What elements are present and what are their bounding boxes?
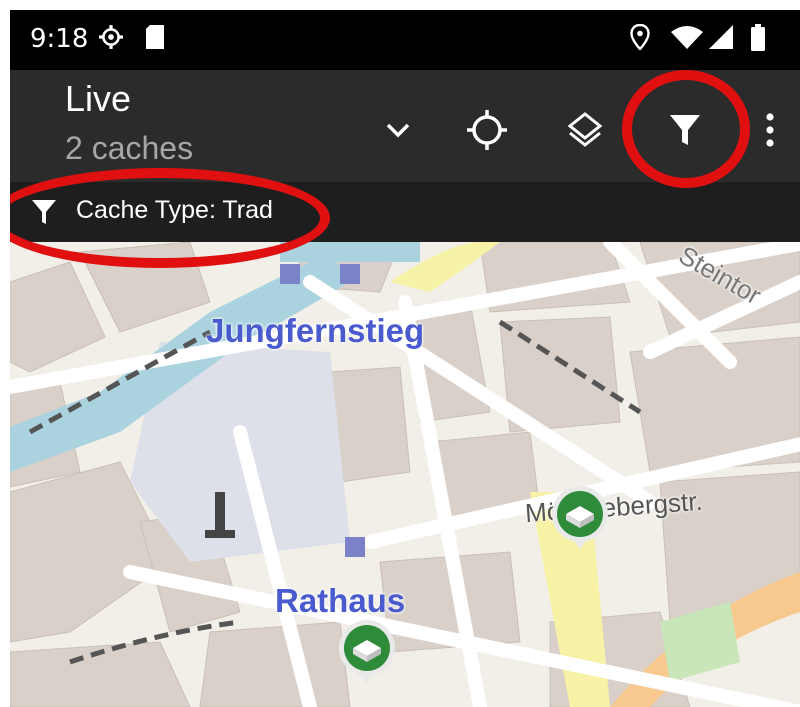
map-view[interactable]: Jungfernstieg Rathaus Mönckebergstr. Ste…: [10, 242, 800, 707]
toolbar-subtitle: 2 caches: [65, 130, 194, 166]
traditional-cache-icon: [552, 486, 608, 550]
signal-icon: [708, 24, 734, 54]
highlight-ring-filter-button: [622, 70, 750, 188]
status-bar: 9:18: [10, 10, 800, 70]
sd-card-icon: [144, 24, 166, 54]
wifi-icon: [670, 24, 704, 54]
status-time: 9:18: [30, 24, 89, 54]
map-label-rathaus: Rathaus: [275, 582, 406, 619]
cache-marker[interactable]: [337, 618, 397, 692]
cache-marker[interactable]: [550, 484, 610, 558]
map-label-jungfernstieg: Jungfernstieg: [206, 312, 425, 349]
battery-icon: [750, 24, 766, 56]
traditional-cache-icon: [339, 620, 395, 684]
chevron-down-icon[interactable]: [368, 100, 428, 160]
location-icon: [630, 23, 650, 54]
toolbar-title: Live: [65, 78, 132, 119]
settings-icon: [98, 24, 124, 54]
app-frame: 9:18 Live 2 caches Cache Type: Trad Jung…: [10, 10, 800, 707]
my-location-icon[interactable]: [457, 100, 517, 160]
layers-icon[interactable]: [555, 100, 615, 160]
